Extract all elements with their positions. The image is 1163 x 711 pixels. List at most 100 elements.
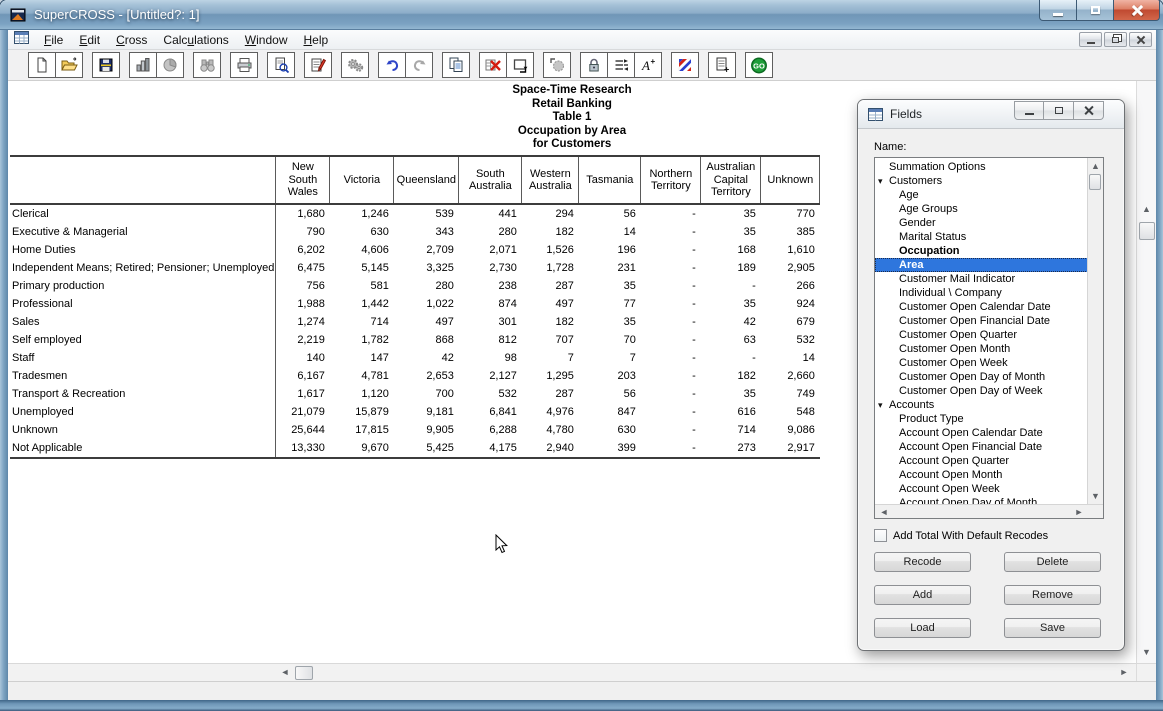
vertical-scroll-thumb[interactable] <box>1139 222 1155 240</box>
data-cell[interactable]: 301 <box>459 313 522 331</box>
print-button[interactable] <box>230 52 258 78</box>
data-cell[interactable]: 9,905 <box>394 421 459 439</box>
data-cell[interactable]: 5,145 <box>330 259 394 277</box>
field-item-selected[interactable]: Area <box>875 258 1088 272</box>
delete-field-button[interactable] <box>479 52 507 78</box>
data-cell[interactable]: 231 <box>579 259 641 277</box>
horizontal-scrollbar[interactable]: ◄ ► <box>8 663 1136 681</box>
data-cell[interactable]: 56 <box>579 385 641 403</box>
data-cell[interactable]: 6,288 <box>459 421 522 439</box>
menu-help[interactable]: Help <box>295 30 336 50</box>
data-cell[interactable]: 630 <box>579 421 641 439</box>
corner-header-cell[interactable] <box>10 156 276 204</box>
fields-scroll-up-icon[interactable]: ▲ <box>1088 162 1103 171</box>
column-header[interactable]: Unknown <box>761 156 820 204</box>
row-label[interactable]: Self employed <box>10 331 276 349</box>
menu-edit[interactable]: Edit <box>71 30 108 50</box>
mdi-restore-button[interactable] <box>1104 32 1127 47</box>
data-cell[interactable]: 2,127 <box>459 367 522 385</box>
data-cell[interactable]: 168 <box>701 241 761 259</box>
copy-button[interactable] <box>442 52 470 78</box>
data-cell[interactable]: 42 <box>701 313 761 331</box>
data-cell[interactable]: 1,246 <box>330 204 394 223</box>
data-cell[interactable]: 15,879 <box>330 403 394 421</box>
fields-list[interactable]: Summation Options▾CustomersAgeAge Groups… <box>874 157 1104 519</box>
row-label[interactable]: Home Duties <box>10 241 276 259</box>
data-cell[interactable]: - <box>641 367 701 385</box>
data-cell[interactable]: 630 <box>330 223 394 241</box>
minimize-button[interactable] <box>1039 0 1077 21</box>
row-label[interactable]: Transport & Recreation <box>10 385 276 403</box>
data-cell[interactable]: 4,175 <box>459 439 522 458</box>
data-cell[interactable]: 1,782 <box>330 331 394 349</box>
load-button[interactable]: Load <box>874 618 971 638</box>
data-cell[interactable]: 714 <box>330 313 394 331</box>
data-cell[interactable]: 756 <box>276 277 330 295</box>
field-item[interactable]: Summation Options <box>875 160 1088 174</box>
fields-scroll-right-icon[interactable]: ► <box>1073 508 1085 517</box>
row-label[interactable]: Staff <box>10 349 276 367</box>
data-cell[interactable]: 1,680 <box>276 204 330 223</box>
dialog-minimize-button[interactable] <box>1014 101 1044 120</box>
data-cell[interactable]: 5,425 <box>394 439 459 458</box>
field-item[interactable]: Gender <box>875 216 1088 230</box>
zero-suppression-button[interactable] <box>543 52 571 78</box>
data-cell[interactable]: 2,653 <box>394 367 459 385</box>
data-cell[interactable]: 14 <box>761 349 820 367</box>
maximize-button[interactable] <box>1077 0 1114 21</box>
field-item[interactable]: Customer Mail Indicator <box>875 272 1088 286</box>
data-cell[interactable]: 203 <box>579 367 641 385</box>
chevron-down-icon[interactable]: ▾ <box>878 398 883 412</box>
menu-calculations[interactable]: Calculations <box>155 30 236 50</box>
data-cell[interactable]: 4,606 <box>330 241 394 259</box>
menu-window[interactable]: Window <box>237 30 296 50</box>
row-label[interactable]: Executive & Managerial <box>10 223 276 241</box>
data-cell[interactable]: 35 <box>701 223 761 241</box>
vertical-scrollbar[interactable]: ▲ ▼ <box>1136 81 1156 663</box>
data-cell[interactable]: 189 <box>701 259 761 277</box>
data-cell[interactable]: 679 <box>761 313 820 331</box>
find-button[interactable] <box>193 52 221 78</box>
data-cell[interactable]: 4,781 <box>330 367 394 385</box>
data-cell[interactable]: 25,644 <box>276 421 330 439</box>
data-cell[interactable]: 2,219 <box>276 331 330 349</box>
data-cell[interactable]: 1,274 <box>276 313 330 331</box>
scroll-up-icon[interactable]: ▲ <box>1137 205 1156 214</box>
save-button[interactable] <box>92 52 120 78</box>
data-cell[interactable]: 35 <box>579 277 641 295</box>
horizontal-scroll-thumb[interactable] <box>295 666 313 680</box>
data-cell[interactable]: 182 <box>701 367 761 385</box>
bar-chart-button[interactable] <box>129 52 157 78</box>
data-cell[interactable]: 7 <box>522 349 579 367</box>
data-cell[interactable]: 6,167 <box>276 367 330 385</box>
data-cell[interactable]: 399 <box>579 439 641 458</box>
chevron-down-icon[interactable]: ▾ <box>878 174 883 188</box>
menu-cross[interactable]: Cross <box>108 30 155 50</box>
dialog-maximize-button[interactable] <box>1044 101 1074 120</box>
mdi-close-button[interactable] <box>1129 32 1152 47</box>
close-button[interactable] <box>1114 0 1160 21</box>
row-label[interactable]: Primary production <box>10 277 276 295</box>
data-cell[interactable]: 7 <box>579 349 641 367</box>
data-cell[interactable]: 280 <box>394 277 459 295</box>
child-window-icon[interactable] <box>14 30 30 50</box>
row-label[interactable]: Independent Means; Retired; Pensioner; U… <box>10 259 276 277</box>
data-cell[interactable]: 273 <box>701 439 761 458</box>
data-cell[interactable]: - <box>641 403 701 421</box>
column-header[interactable]: Victoria <box>330 156 394 204</box>
field-item[interactable]: Occupation <box>875 244 1088 258</box>
data-cell[interactable]: 790 <box>276 223 330 241</box>
add-table-button[interactable]: + <box>708 52 736 78</box>
data-cell[interactable]: 14 <box>579 223 641 241</box>
scroll-right-icon[interactable]: ► <box>1116 668 1132 677</box>
data-cell[interactable]: 847 <box>579 403 641 421</box>
data-cell[interactable]: 42 <box>394 349 459 367</box>
data-cell[interactable]: 13,330 <box>276 439 330 458</box>
data-cell[interactable]: 707 <box>522 331 579 349</box>
data-cell[interactable]: 581 <box>330 277 394 295</box>
pie-chart-button[interactable] <box>156 52 184 78</box>
transpose-button[interactable] <box>506 52 534 78</box>
data-cell[interactable]: 70 <box>579 331 641 349</box>
data-cell[interactable]: 196 <box>579 241 641 259</box>
data-cell[interactable]: - <box>641 295 701 313</box>
